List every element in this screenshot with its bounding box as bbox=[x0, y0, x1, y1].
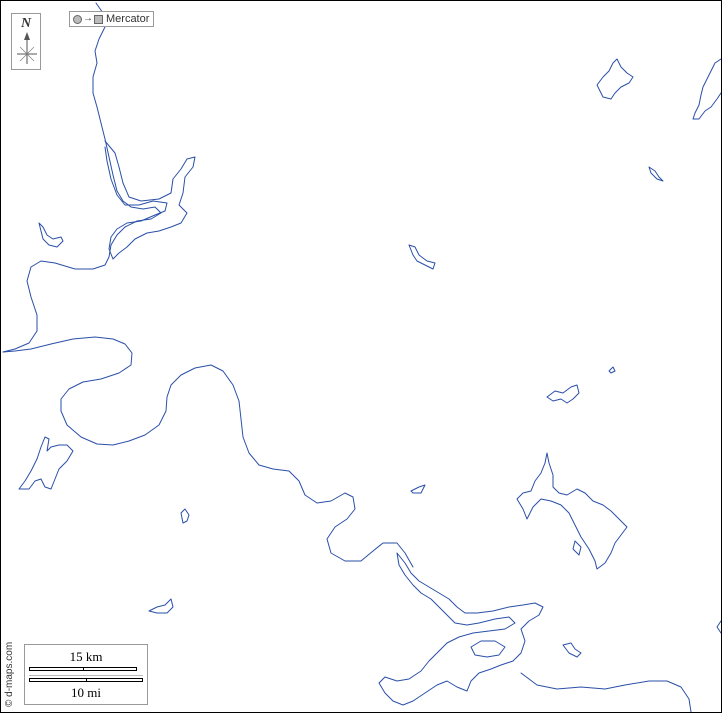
lake-east-dot bbox=[608, 366, 616, 374]
flat-map-icon bbox=[94, 14, 103, 24]
compass-north-label: N bbox=[20, 16, 32, 31]
lake-east bbox=[546, 384, 580, 404]
lower-river bbox=[520, 672, 692, 712]
map-canvas: N → Mercator © d-maps.com 15 km 10 mi bbox=[0, 0, 722, 713]
lake-se-edge bbox=[716, 620, 721, 634]
lake-center-north bbox=[408, 244, 436, 270]
credit-label: © d-maps.com bbox=[4, 641, 15, 707]
hydrography-layer bbox=[2, 2, 721, 712]
lake-sw-small bbox=[180, 508, 190, 524]
scale-mi-label: 10 mi bbox=[71, 685, 101, 700]
arrow-right-icon: → bbox=[83, 13, 93, 24]
lake-ne bbox=[596, 58, 634, 100]
reservoir-se-arm bbox=[572, 540, 582, 556]
scale-bar: 15 km 10 mi bbox=[24, 644, 148, 705]
lake-ne-edge bbox=[692, 58, 721, 120]
reservoir-se bbox=[516, 452, 628, 570]
lake-west bbox=[18, 436, 74, 490]
lake-south-east bbox=[562, 642, 582, 658]
projection-label: Mercator bbox=[106, 13, 150, 25]
globe-icon bbox=[73, 14, 82, 24]
reservoir-south-inner bbox=[470, 640, 506, 658]
projection-badge: → Mercator bbox=[69, 11, 155, 27]
scale-km-bar bbox=[29, 667, 137, 671]
main-river bbox=[2, 336, 414, 568]
lake-sw-tiny bbox=[148, 598, 174, 614]
lake-center-small bbox=[410, 484, 426, 494]
compass-rose: N bbox=[11, 13, 41, 70]
lake-ne-tiny bbox=[648, 166, 664, 182]
reservoir-south bbox=[378, 552, 544, 706]
scale-km-label: 15 km bbox=[69, 649, 103, 664]
small-lake-nw bbox=[38, 222, 64, 248]
scale-divider bbox=[29, 675, 143, 676]
reservoir-nw bbox=[104, 140, 196, 260]
scale-mi-bar bbox=[29, 678, 143, 682]
compass-rose-icon bbox=[17, 32, 37, 64]
